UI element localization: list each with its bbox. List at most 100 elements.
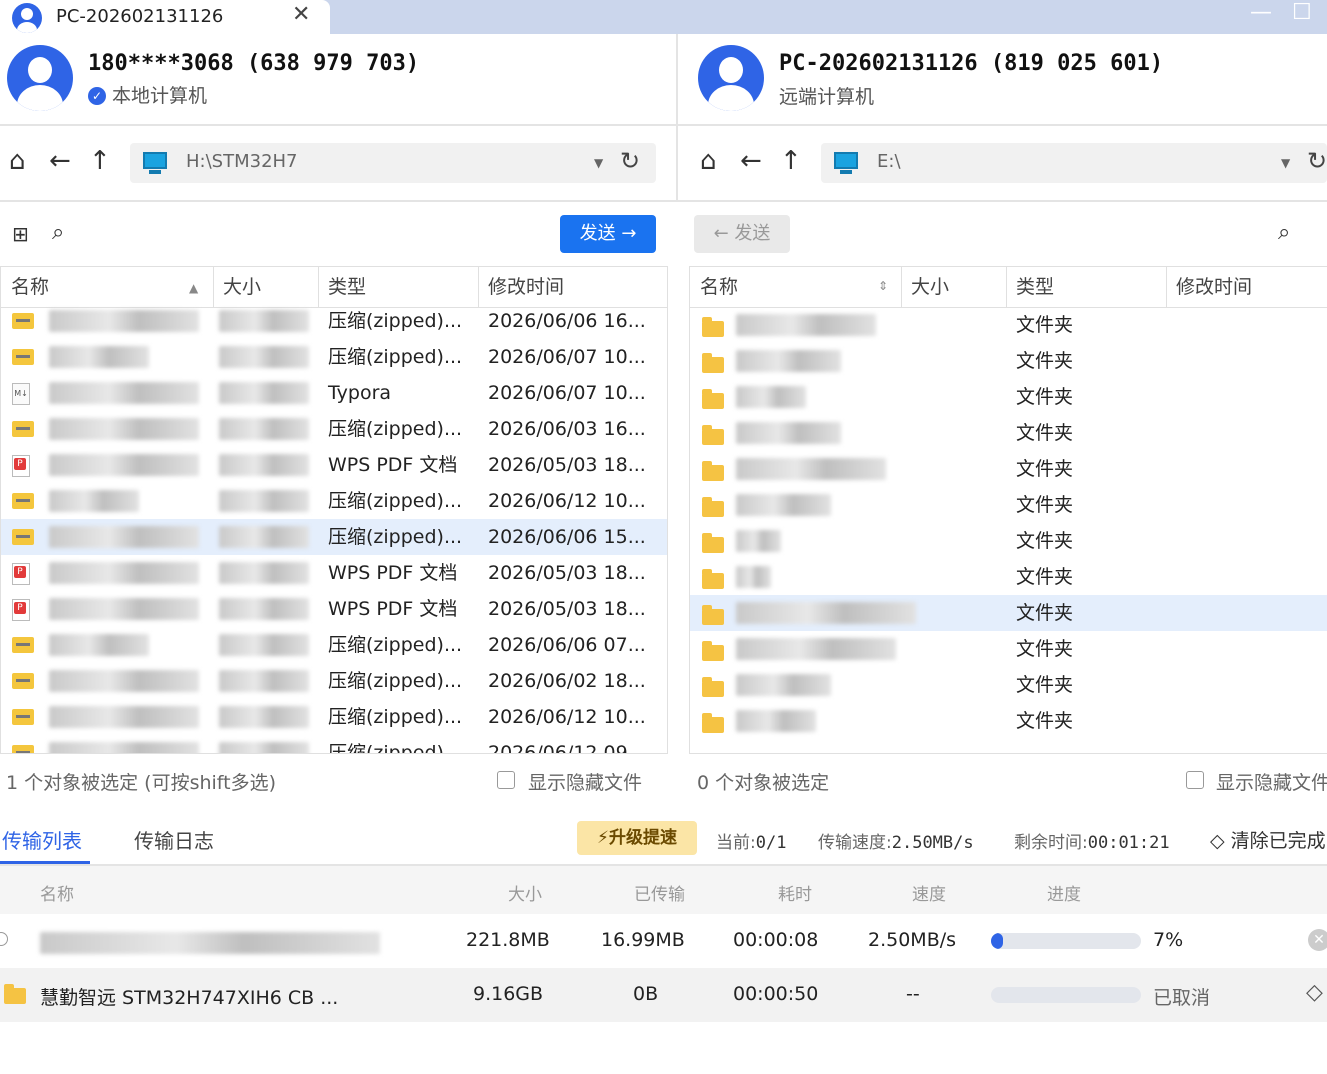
blurred-size (219, 634, 309, 656)
file-type: 压缩(zipped)... (328, 526, 463, 548)
remote-home-icon[interactable]: ⌂ (700, 146, 717, 176)
remote-folder-row[interactable]: 文件夹 (690, 415, 1327, 451)
folder-type: 文件夹 (1016, 566, 1074, 588)
clear-completed-button[interactable]: ◇ 清除已完成 (1210, 826, 1327, 853)
col-size[interactable]: 大小 (223, 267, 261, 307)
remote-path-box[interactable]: E:\ ▼ ↻ (821, 143, 1327, 183)
local-file-row[interactable]: 压缩(zipped)... 2026/06/07 10... (1, 339, 667, 375)
local-file-row[interactable]: 压缩(zipped)... 2026/06/02 18... (1, 663, 667, 699)
computer-icon (834, 152, 858, 169)
col-type[interactable]: 类型 (1016, 267, 1054, 307)
local-home-icon[interactable]: ⌂ (9, 146, 26, 176)
local-back-icon[interactable]: ← (49, 146, 71, 176)
file-type: WPS PDF 文档 (328, 562, 458, 584)
transfer-size: 221.8MB (466, 929, 550, 951)
tab-transfer-list[interactable]: 传输列表 (2, 825, 82, 854)
session-tab[interactable]: PC-202602131126 ✕ (0, 0, 330, 34)
local-up-icon[interactable]: ↑ (89, 146, 111, 176)
local-refresh-icon[interactable]: ↻ (620, 147, 640, 175)
blurred-foldername (736, 638, 896, 660)
local-file-row[interactable]: 压缩(zipped)... 2026/06/12 10... (1, 483, 667, 519)
sort-icon[interactable]: ⇕ (878, 279, 888, 293)
tab-transfer-log[interactable]: 传输日志 (134, 825, 214, 854)
folder-icon (702, 677, 724, 697)
col-type[interactable]: 类型 (328, 267, 366, 307)
remote-folder-row[interactable]: 文件夹 (690, 487, 1327, 523)
folder-icon (702, 389, 724, 409)
remote-folder-row[interactable]: 文件夹 (690, 559, 1327, 595)
local-file-row[interactable]: 压缩(zipped)... 2026/06/06 16... (1, 303, 667, 339)
remote-folder-row[interactable]: 文件夹 (690, 631, 1327, 667)
upgrade-button[interactable]: ⚡升级提速 (577, 821, 697, 855)
blurred-filename (49, 706, 199, 728)
remote-folder-row[interactable]: 文件夹 (690, 523, 1327, 559)
blurred-size (219, 346, 309, 368)
col-modified[interactable]: 修改时间 (488, 267, 564, 307)
remote-back-icon[interactable]: ← (740, 146, 762, 176)
sort-icon[interactable]: ▲ (189, 281, 198, 295)
transfer-row[interactable]: 221.8MB 16.99MB 00:00:08 2.50MB/s 7% ✕ (0, 914, 1327, 968)
file-type: 压缩(zipped)... (328, 346, 463, 368)
local-file-row[interactable]: M↓ Typora 2026/06/07 10... (1, 375, 667, 411)
remote-show-hidden-label[interactable]: 显示隐藏文件 (1216, 768, 1327, 795)
local-file-row[interactable]: 压缩(zipped)... 2026/06/12 10... (1, 699, 667, 735)
local-file-row[interactable]: 压缩(zipped)... 2026/06/06 15... (1, 519, 667, 555)
local-path-box[interactable]: H:\STM32H7 ▼ ↻ (130, 143, 656, 183)
local-show-hidden-label[interactable]: 显示隐藏文件 (528, 768, 642, 795)
path-dropdown-icon[interactable]: ▼ (1281, 156, 1290, 170)
remote-file-table[interactable]: 名称 ⇕ 大小 类型 修改时间 文件夹 文件夹 文件夹 文件夹 文件夹 文件夹 文件夹 文件夹… (689, 266, 1327, 754)
remote-folder-row[interactable]: 文件夹 (690, 451, 1327, 487)
local-send-button[interactable]: 发送 → (560, 215, 656, 253)
remote-show-hidden-checkbox[interactable] (1186, 771, 1204, 789)
new-folder-icon[interactable]: ⊞ (12, 222, 29, 246)
remote-folder-row[interactable]: 文件夹 (690, 703, 1327, 739)
col-name[interactable]: 名称 (700, 267, 738, 307)
local-status-text: 1 个对象被选定 (可按shift多选) (6, 772, 277, 794)
current-stat: 当前:0/1 (716, 828, 786, 853)
folder-icon (702, 461, 724, 481)
local-avatar (7, 45, 73, 111)
local-computer-label-wrap: ✓ 本地计算机 (88, 81, 207, 108)
zip-icon (12, 637, 34, 653)
col-name[interactable]: 名称 (11, 267, 49, 307)
remote-folder-row[interactable]: 文件夹 (690, 343, 1327, 379)
remote-refresh-icon[interactable]: ↻ (1307, 147, 1327, 175)
local-file-row[interactable]: 压缩(zipped)... 2026/06/03 16... (1, 411, 667, 447)
transfer-row[interactable]: 慧勤智远 STM32H747XIH6 CB ... 9.16GB 0B 00:0… (0, 968, 1327, 1022)
eraser-icon[interactable]: ◇ (1306, 980, 1323, 1005)
zip-icon (12, 421, 34, 437)
remote-folder-row[interactable]: 文件夹 (690, 595, 1327, 631)
send-label: 发送 (734, 223, 771, 244)
col-modified[interactable]: 修改时间 (1176, 267, 1252, 307)
col-size[interactable]: 大小 (911, 267, 949, 307)
maximize-icon[interactable]: ☐ (1292, 0, 1312, 25)
transfer-table-header: 名称 大小 已传输 耗时 速度 进度 (0, 866, 1327, 914)
remote-up-icon[interactable]: ↑ (780, 146, 802, 176)
blurred-filename (49, 418, 199, 440)
path-dropdown-icon[interactable]: ▼ (594, 156, 603, 170)
remote-send-button[interactable]: ← 发送 (694, 215, 790, 253)
blurred-filename (49, 670, 199, 692)
tab-close-icon[interactable]: ✕ (292, 2, 310, 27)
remote-search-icon[interactable]: ⌕ (1278, 220, 1290, 245)
remote-folder-row[interactable]: 文件夹 (690, 667, 1327, 703)
transfer-progress-bar (991, 933, 1141, 949)
local-table-header: 名称 ▲ 大小 类型 修改时间 (1, 267, 667, 308)
local-file-table[interactable]: 名称 ▲ 大小 类型 修改时间 压缩(zipped)... 2026/06/06 … (0, 266, 668, 754)
local-file-row[interactable]: WPS PDF 文档 2026/05/03 18... (1, 447, 667, 483)
transfer-progress-text: 7% (1153, 929, 1184, 951)
remote-folder-row[interactable]: 文件夹 (690, 379, 1327, 415)
local-file-row[interactable]: WPS PDF 文档 2026/05/03 18... (1, 591, 667, 627)
minimize-icon[interactable]: — (1250, 0, 1272, 25)
remote-folder-row[interactable]: 文件夹 (690, 307, 1327, 343)
blurred-filename (49, 598, 199, 620)
blurred-size (219, 418, 309, 440)
local-show-hidden-checkbox[interactable] (497, 771, 515, 789)
local-search-icon[interactable]: ⌕ (52, 220, 64, 245)
local-file-row[interactable]: WPS PDF 文档 2026/05/03 18... (1, 555, 667, 591)
transfer-speed: -- (906, 983, 920, 1005)
local-file-row[interactable]: 压缩(zipped)... 2026/06/06 07... (1, 627, 667, 663)
cancel-transfer-icon[interactable]: ✕ (1308, 929, 1327, 951)
local-file-row[interactable]: 压缩(zipped)... 2026/06/12 09... (1, 735, 667, 753)
file-type: 压缩(zipped)... (328, 310, 463, 332)
